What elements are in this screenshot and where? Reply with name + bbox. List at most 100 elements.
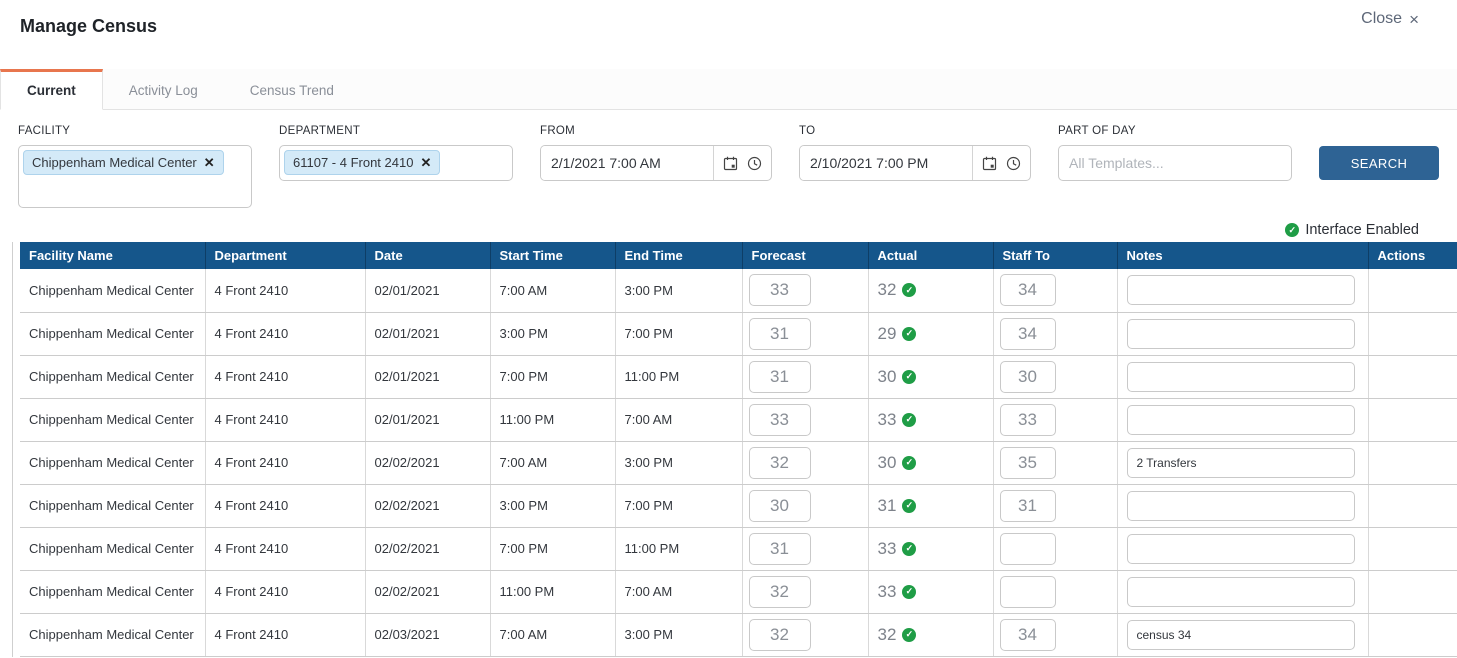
cell-forecast (742, 269, 868, 312)
close-button[interactable]: Close × (1361, 10, 1419, 28)
check-circle-icon: ✓ (1285, 223, 1299, 237)
cell-date: 02/02/2021 (365, 527, 490, 570)
cell-staff-to (993, 570, 1117, 613)
clock-icon[interactable] (1006, 156, 1021, 171)
notes-input[interactable] (1127, 534, 1355, 564)
cell-actions (1368, 613, 1457, 656)
actual-value: 29 (878, 324, 897, 344)
to-datebox (799, 145, 1031, 181)
department-filter: DEPARTMENT 61107 - 4 Front 2410 ✕ (279, 125, 513, 181)
from-date-input[interactable] (541, 146, 713, 180)
staff-to-input[interactable] (1000, 447, 1056, 479)
forecast-input[interactable] (749, 447, 811, 479)
cell-actual: 32 ✓ (868, 613, 993, 656)
cell-end-time: 7:00 AM (615, 398, 742, 441)
tab-current[interactable]: Current (0, 69, 103, 110)
calendar-icon[interactable] (982, 156, 997, 171)
cell-actions (1368, 355, 1457, 398)
forecast-input[interactable] (749, 274, 811, 306)
forecast-input[interactable] (749, 361, 811, 393)
forecast-input[interactable] (749, 404, 811, 436)
search-button[interactable]: SEARCH (1319, 146, 1439, 180)
staff-to-input[interactable] (1000, 533, 1056, 565)
staff-to-input[interactable] (1000, 361, 1056, 393)
forecast-input[interactable] (749, 318, 811, 350)
tab-census-trend[interactable]: Census Trend (224, 69, 360, 109)
cell-notes (1117, 269, 1368, 312)
cell-actual: 33 ✓ (868, 527, 993, 570)
staff-to-input[interactable] (1000, 404, 1056, 436)
cell-department: 4 Front 2410 (205, 570, 365, 613)
tab-activity-log[interactable]: Activity Log (103, 69, 224, 109)
cell-forecast (742, 527, 868, 570)
from-label: FROM (540, 125, 772, 137)
col-forecast: Forecast (742, 242, 868, 269)
cell-forecast (742, 570, 868, 613)
staff-to-input[interactable] (1000, 490, 1056, 522)
cell-staff-to (993, 312, 1117, 355)
cell-notes (1117, 355, 1368, 398)
check-circle-icon: ✓ (902, 413, 916, 427)
forecast-input[interactable] (749, 533, 811, 565)
notes-input[interactable] (1127, 275, 1355, 305)
calendar-icon[interactable] (723, 156, 738, 171)
check-circle-icon: ✓ (902, 283, 916, 297)
to-date-input[interactable] (800, 146, 972, 180)
notes-input[interactable] (1127, 491, 1355, 521)
close-label: Close (1361, 10, 1402, 28)
department-label: DEPARTMENT (279, 125, 513, 137)
col-facility-name: Facility Name (20, 242, 205, 269)
check-circle-icon: ✓ (902, 628, 916, 642)
cell-forecast (742, 484, 868, 527)
cell-actions (1368, 312, 1457, 355)
cell-staff-to (993, 269, 1117, 312)
staff-to-input[interactable] (1000, 318, 1056, 350)
staff-to-input[interactable] (1000, 274, 1056, 306)
cell-forecast (742, 398, 868, 441)
actual-value: 30 (878, 453, 897, 473)
col-date: Date (365, 242, 490, 269)
notes-input[interactable] (1127, 577, 1355, 607)
cell-actual: 30 ✓ (868, 355, 993, 398)
cell-notes (1117, 398, 1368, 441)
facility-chip: Chippenham Medical Center ✕ (23, 150, 224, 175)
cell-department: 4 Front 2410 (205, 613, 365, 656)
forecast-input[interactable] (749, 490, 811, 522)
check-circle-icon: ✓ (902, 456, 916, 470)
forecast-input[interactable] (749, 619, 811, 651)
clock-icon[interactable] (747, 156, 762, 171)
notes-input[interactable] (1127, 405, 1355, 435)
table-row: Chippenham Medical Center 4 Front 2410 0… (20, 355, 1457, 398)
cell-department: 4 Front 2410 (205, 355, 365, 398)
notes-input[interactable] (1127, 362, 1355, 392)
part-of-day-input[interactable] (1058, 145, 1292, 181)
cell-start-time: 3:00 PM (490, 312, 615, 355)
cell-facility-name: Chippenham Medical Center (20, 570, 205, 613)
from-date-icons (713, 146, 771, 180)
cell-start-time: 11:00 PM (490, 570, 615, 613)
cell-date: 02/01/2021 (365, 398, 490, 441)
cell-department: 4 Front 2410 (205, 527, 365, 570)
cell-end-time: 7:00 AM (615, 570, 742, 613)
department-multiselect[interactable]: 61107 - 4 Front 2410 ✕ (279, 145, 513, 181)
to-date-icons (972, 146, 1030, 180)
census-table-container: Facility Name Department Date Start Time… (12, 242, 1457, 657)
cell-notes (1117, 613, 1368, 656)
department-chip-remove-icon[interactable]: ✕ (420, 156, 431, 169)
cell-start-time: 7:00 PM (490, 527, 615, 570)
notes-input[interactable] (1127, 319, 1355, 349)
part-of-day-filter: PART OF DAY (1058, 125, 1292, 181)
table-row: Chippenham Medical Center 4 Front 2410 0… (20, 613, 1457, 656)
notes-input[interactable] (1127, 448, 1355, 478)
facility-chip-remove-icon[interactable]: ✕ (204, 156, 215, 169)
cell-actions (1368, 269, 1457, 312)
staff-to-input[interactable] (1000, 619, 1056, 651)
actual-value: 33 (878, 582, 897, 602)
staff-to-input[interactable] (1000, 576, 1056, 608)
notes-input[interactable] (1127, 620, 1355, 650)
forecast-input[interactable] (749, 576, 811, 608)
cell-facility-name: Chippenham Medical Center (20, 484, 205, 527)
table-row: Chippenham Medical Center 4 Front 2410 0… (20, 441, 1457, 484)
table-row: Chippenham Medical Center 4 Front 2410 0… (20, 269, 1457, 312)
facility-multiselect[interactable]: Chippenham Medical Center ✕ (18, 145, 252, 208)
